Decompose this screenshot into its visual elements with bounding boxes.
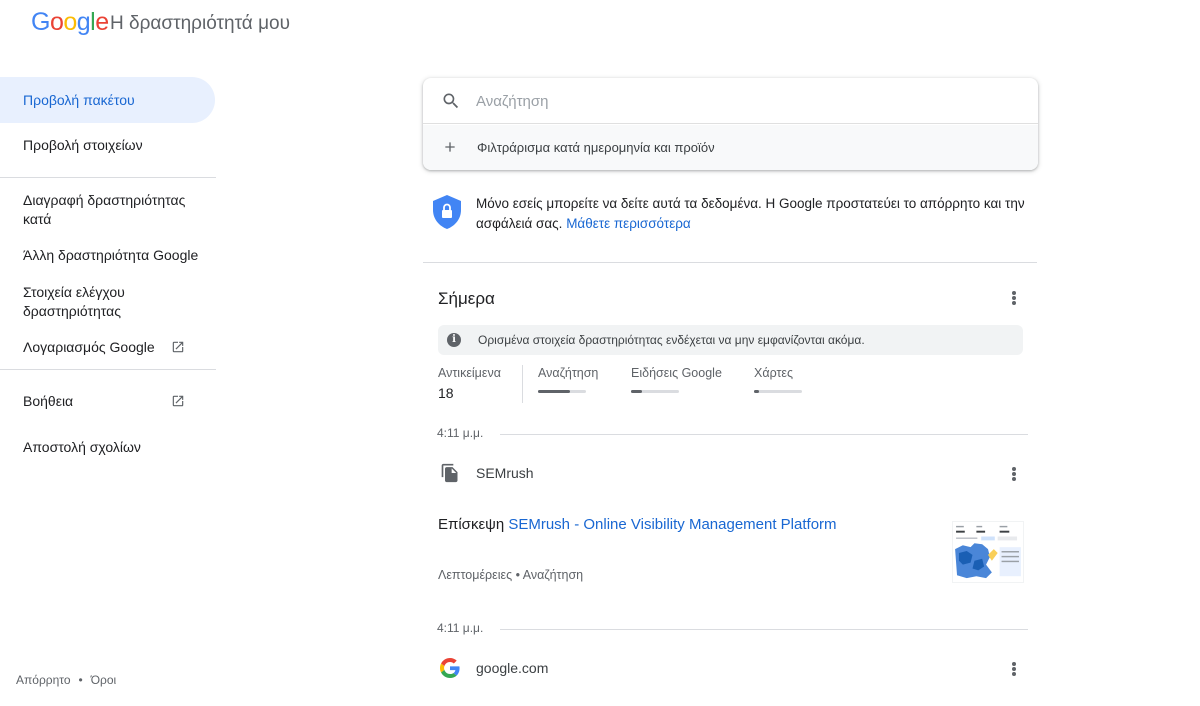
google-logo[interactable]: Google [31,8,109,37]
stat-items-count: 18 [438,385,454,401]
sidebar-item-label: Άλλη δραστηριότητα Google [23,247,199,263]
visited-page-link[interactable]: SEMrush - Online Visibility Management P… [508,516,836,533]
privacy-message: Μόνο εσείς μπορείτε να δείτε αυτά τα δεδ… [476,196,1025,231]
sidebar-divider [0,369,216,370]
learn-more-link[interactable]: Μάθετε περισσότερα [566,216,691,231]
stat-items-label: Αντικείμενα [438,366,501,380]
sidebar-item-label: Διαγραφή δραστηριότητας κατά [23,192,186,227]
stat-search-bar [538,390,586,393]
sidebar-item-label: Στοιχεία ελέγχου δραστηριότητας [23,284,125,319]
entry-time: 4:11 μ.μ. [437,621,484,635]
sidebar-item-send-feedback[interactable]: Αποστολή σχολίων [0,438,216,457]
details-link[interactable]: Λεπτομέρειες • Αναζήτηση [438,568,583,582]
sidebar-item-delete-activity[interactable]: Διαγραφή δραστηριότητας κατά [0,191,215,229]
stat-bar-fill [538,390,571,393]
sidebar-item-label: Προβολή στοιχείων [23,137,143,153]
more-options-icon[interactable] [1004,288,1024,308]
search-input[interactable] [476,90,1006,112]
section-title-today: Σήμερα [438,289,495,308]
app-header: Google Η δραστηριότητά μου [0,0,1200,50]
sidebar-item-google-account[interactable]: Λογαριασμός Google [0,338,216,357]
visit-entry: Επίσκεψη SEMrush - Online Visibility Man… [438,516,837,533]
stat-news-label[interactable]: Ειδήσεις Google [631,366,722,380]
sidebar-item-label: Βοήθεια [23,393,74,409]
notice-text: Ορισμένα στοιχεία δραστηριότητας ενδέχετ… [478,333,865,347]
stat-maps-bar [754,390,802,393]
sidebar-item-item-view[interactable]: Προβολή στοιχείων [0,123,216,169]
plus-icon [445,142,455,152]
time-divider: 4:11 μ.μ. [437,426,1029,446]
sidebar-nav: Προβολή πακέτου Προβολή στοιχείων Διαγρα… [0,77,216,457]
privacy-text: Μόνο εσείς μπορείτε να δείτε αυτά τα δεδ… [476,194,1036,234]
stat-divider [522,365,523,403]
filter-by-date-product-button[interactable]: Φιλτράρισμα κατά ημερομηνία και προϊόν [423,125,1038,170]
privacy-link[interactable]: Απόρρητο [16,673,71,687]
search-card: Φιλτράρισμα κατά ημερομηνία και προϊόν [423,78,1038,170]
search-row [423,78,1038,124]
product-name: SEMrush [476,465,534,481]
sidebar-item-help[interactable]: Βοήθεια [0,392,216,411]
footer-links: Απόρρητο • Όροι [16,673,116,687]
incomplete-activity-notice: i Ορισμένα στοιχεία δραστηριότητας ενδέχ… [438,325,1023,355]
terms-link[interactable]: Όροι [91,673,116,687]
visit-prefix: Επίσκεψη [438,516,505,533]
more-options-icon[interactable] [1004,659,1024,679]
open-in-new-icon [172,395,184,407]
open-in-new-icon [172,341,184,353]
product-header-semrush: SEMrush [438,462,1028,486]
footer-separator: • [78,673,83,687]
sidebar-item-bundle-view[interactable]: Προβολή πακέτου [0,77,215,123]
time-divider: 4:11 μ.μ. [437,621,1029,641]
section-divider [423,262,1037,263]
sidebar-divider [0,177,216,178]
stat-maps-label[interactable]: Χάρτες [754,366,793,380]
page-thumbnail[interactable] [952,521,1024,583]
shield-lock-icon [433,195,461,229]
stat-search-label[interactable]: Αναζήτηση [538,366,598,380]
product-header-google: google.com [438,657,1028,681]
info-icon: i [447,333,461,347]
stat-news-bar [631,390,679,393]
product-name: google.com [476,660,549,676]
stat-bar-fill [754,390,759,393]
time-line [500,434,1028,435]
filter-label: Φιλτράρισμα κατά ημερομηνία και προϊόν [477,140,715,155]
search-icon[interactable] [441,91,461,111]
sidebar-item-label: Αποστολή σχολίων [23,439,141,455]
time-line [500,629,1028,630]
stat-bar-fill [631,390,642,393]
sidebar-item-other-activity[interactable]: Άλλη δραστηριότητα Google [0,246,216,265]
document-icon [441,463,458,483]
entry-time: 4:11 μ.μ. [437,426,484,440]
sidebar-item-label: Λογαριασμός Google [23,339,155,355]
sidebar-item-label: Προβολή πακέτου [23,92,135,108]
sidebar-item-activity-controls[interactable]: Στοιχεία ελέγχου δραστηριότητας [0,283,160,321]
more-options-icon[interactable] [1004,464,1024,484]
google-g-icon [440,658,460,678]
app-title: Η δραστηριότητά μου [110,13,290,34]
